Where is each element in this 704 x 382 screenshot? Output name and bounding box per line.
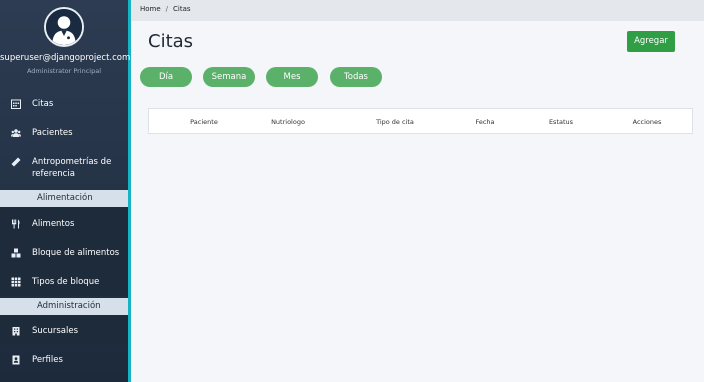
top-bar: Home / Citas bbox=[131, 0, 704, 21]
filter-mes-button[interactable]: Mes bbox=[266, 67, 318, 87]
column-header-paciente[interactable]: Paciente bbox=[179, 118, 229, 126]
column-header-estatus[interactable]: Estatus bbox=[541, 118, 581, 126]
sidebar-item-label: Alimentos bbox=[32, 219, 75, 229]
section-header-administracion: Administración bbox=[0, 298, 128, 315]
user-avatar[interactable] bbox=[44, 7, 84, 47]
citas-table: Paciente Nutriologo Tipo de cita Fecha E… bbox=[148, 108, 693, 134]
filter-dia-button[interactable]: Día bbox=[140, 67, 192, 87]
column-header-fecha[interactable]: Fecha bbox=[465, 118, 505, 126]
id-card-icon bbox=[10, 354, 22, 366]
cubes-icon bbox=[10, 247, 22, 259]
ruler-icon bbox=[10, 156, 22, 168]
breadcrumb-separator: / bbox=[165, 5, 169, 13]
breadcrumb-home[interactable]: Home bbox=[140, 5, 161, 13]
grid-icon bbox=[10, 276, 22, 288]
sidebar-item-pacientes[interactable]: Pacientes bbox=[0, 127, 128, 139]
utensils-icon bbox=[10, 218, 22, 230]
sidebar-item-citas[interactable]: Citas bbox=[0, 98, 128, 110]
sidebar-item-antropometrias[interactable]: Antropometrías de referencia bbox=[0, 156, 128, 180]
calendar-icon bbox=[10, 98, 22, 110]
doctor-icon bbox=[46, 9, 82, 45]
sidebar-item-alimentos[interactable]: Alimentos bbox=[0, 218, 128, 230]
building-icon bbox=[10, 325, 22, 337]
user-email: superuser@djangoproject.com bbox=[0, 53, 131, 63]
sidebar-item-label: Citas bbox=[32, 99, 54, 109]
users-icon bbox=[10, 127, 22, 139]
breadcrumb-current: Citas bbox=[173, 5, 191, 13]
sidebar-item-label: Bloque de alimentos bbox=[32, 248, 120, 258]
sidebar-item-label: Pacientes bbox=[32, 128, 73, 138]
column-header-acciones[interactable]: Acciones bbox=[622, 118, 672, 126]
sidebar-item-label: Sucursales bbox=[32, 326, 78, 336]
column-header-tipo-cita[interactable]: Tipo de cita bbox=[365, 118, 425, 126]
user-role: Administrator Principal bbox=[26, 67, 102, 75]
sidebar-item-tipos-bloque[interactable]: Tipos de bloque bbox=[0, 276, 128, 288]
sidebar-item-sucursales[interactable]: Sucursales bbox=[0, 325, 128, 337]
sidebar: superuser@djangoproject.com Administrato… bbox=[0, 0, 131, 382]
sidebar-item-perfiles[interactable]: Perfiles bbox=[0, 354, 128, 366]
filter-todas-button[interactable]: Todas bbox=[330, 67, 382, 87]
sidebar-item-bloque-alimentos[interactable]: Bloque de alimentos bbox=[0, 247, 128, 259]
section-header-alimentacion: Alimentación bbox=[0, 190, 128, 207]
sidebar-item-label: Antropometrías de referencia bbox=[32, 157, 112, 179]
breadcrumb: Home / Citas bbox=[140, 5, 191, 13]
add-button[interactable]: Agregar bbox=[627, 31, 675, 52]
sidebar-item-label: Tipos de bloque bbox=[32, 277, 100, 287]
filter-semana-button[interactable]: Semana bbox=[203, 67, 255, 87]
column-header-nutriologo[interactable]: Nutriologo bbox=[263, 118, 313, 126]
sidebar-item-label: Perfiles bbox=[32, 355, 63, 365]
page-title: Citas bbox=[148, 31, 194, 52]
